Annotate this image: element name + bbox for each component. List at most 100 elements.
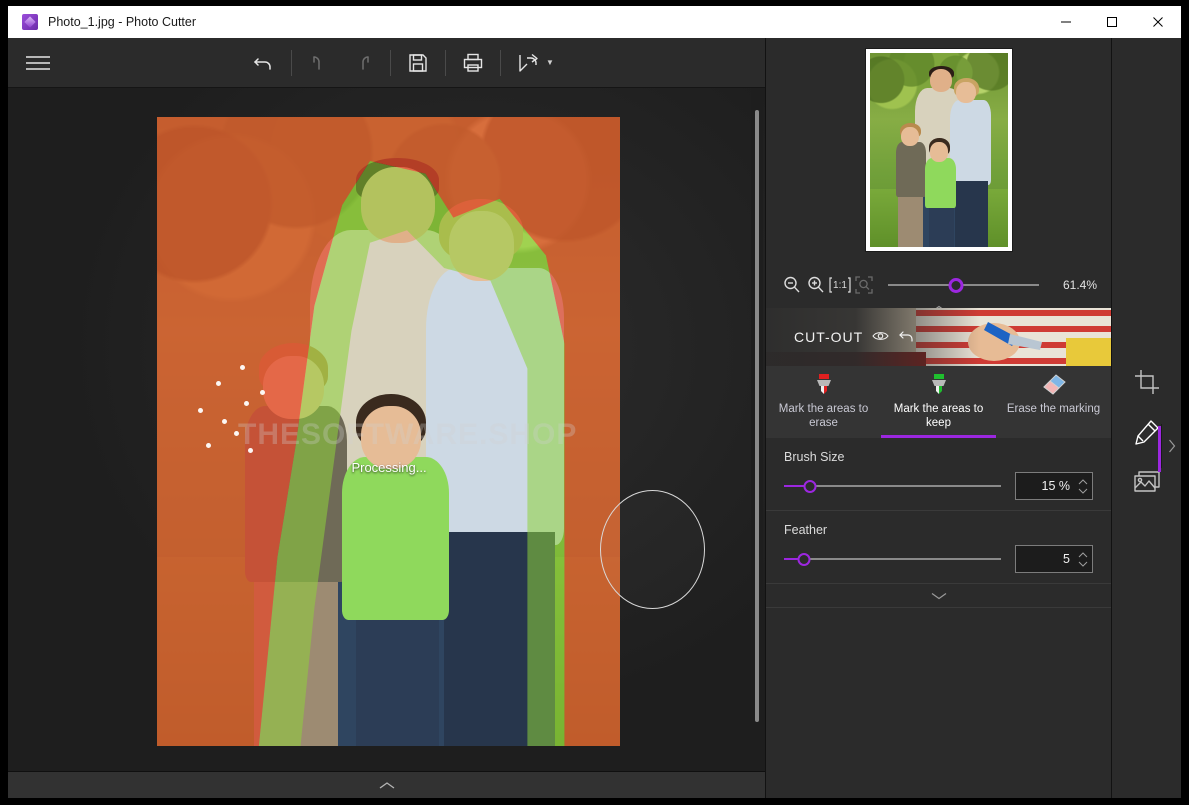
toolbar-divider — [445, 50, 446, 76]
marking-sparkle — [222, 419, 227, 424]
marking-sparkle — [260, 390, 265, 395]
thumb-mother-head — [956, 82, 975, 103]
editor-bottom-bar[interactable] — [8, 772, 765, 798]
feather-slider[interactable] — [784, 550, 1001, 568]
brush-size-label: Brush Size — [784, 450, 1093, 464]
chevron-up-icon[interactable] — [379, 781, 395, 790]
zoom-slider-track — [888, 284, 1039, 286]
tool-rail — [1111, 38, 1181, 798]
window-body: ▼ ▲ — [8, 38, 1181, 798]
reset-arrow-icon[interactable] — [898, 328, 916, 347]
marking-sparkle — [198, 408, 203, 413]
editor-area: ▼ ▲ — [8, 38, 765, 798]
eraser-icon — [1040, 372, 1068, 398]
share-export-icon[interactable] — [506, 41, 550, 85]
toolbar-divider — [500, 50, 501, 76]
chevron-up-icon[interactable] — [1078, 552, 1088, 558]
chevron-down-icon[interactable]: ▼ — [546, 58, 554, 67]
thumb-girl-body — [925, 158, 957, 208]
cutout-title-text: CUT-OUT — [794, 329, 863, 345]
chevron-down-icon[interactable] — [1078, 488, 1088, 494]
feather-stepper[interactable]: 5 — [1015, 545, 1093, 573]
mode-tab-keep[interactable]: Mark the areas to keep — [881, 366, 996, 438]
right-panel: 1:1 61.4% — [765, 38, 1111, 798]
minimize-icon[interactable] — [1043, 6, 1089, 38]
photo-cutter-window: Photo_1.jpg - Photo Cutter — [0, 0, 1189, 805]
brush-size-track — [784, 485, 1001, 487]
marking-sparkle — [206, 443, 211, 448]
thumb-girl-legs — [929, 204, 954, 247]
canvas-photo[interactable]: Processing... — [157, 117, 620, 746]
close-icon[interactable] — [1135, 6, 1181, 38]
maximize-icon[interactable] — [1089, 6, 1135, 38]
chevron-down-icon[interactable] — [1078, 561, 1088, 567]
save-floppy-icon[interactable] — [396, 41, 440, 85]
feather-handle[interactable] — [797, 553, 810, 566]
zoom-controls: 1:1 61.4% — [766, 262, 1111, 308]
thumb-mother-legs — [955, 181, 988, 247]
zoom-slider[interactable] — [888, 276, 1039, 294]
thumb-father-head — [930, 69, 952, 92]
brush-size-stepper[interactable]: 15 % — [1015, 472, 1093, 500]
main-toolbar: ▼ — [8, 38, 765, 88]
brush-circle-cursor — [600, 490, 705, 609]
window-title: Photo_1.jpg - Photo Cutter — [48, 15, 196, 29]
photo-cutter-icon — [22, 14, 38, 30]
image-canvas[interactable]: ▲ — [8, 88, 765, 771]
fit-to-screen-icon[interactable] — [852, 273, 876, 297]
brush-size-spin-buttons[interactable] — [1076, 479, 1092, 494]
marking-sparkle — [248, 448, 253, 453]
cutout-collapse-toggle[interactable] — [766, 584, 1111, 608]
marking-sparkle — [240, 365, 245, 370]
feather-spin-buttons[interactable] — [1076, 552, 1092, 567]
cutout-banner: CUT-OUT — [766, 308, 1111, 366]
toolbar-divider — [291, 50, 292, 76]
toolbar-divider — [390, 50, 391, 76]
thumb-boy-head — [901, 127, 919, 146]
window-controls — [1043, 6, 1181, 38]
panel-empty-area — [766, 608, 1111, 798]
mode-tab-keep-label: Mark the areas to keep — [881, 402, 996, 430]
feather-row: Feather 5 — [766, 511, 1111, 584]
marking-sparkle — [216, 381, 221, 386]
feather-value: 5 — [1016, 552, 1076, 566]
brush-size-slider[interactable] — [784, 477, 1001, 495]
eye-preview-icon[interactable] — [872, 329, 889, 345]
canvas-vertical-scrollbar[interactable] — [751, 88, 763, 771]
thumb-boy-legs — [898, 193, 923, 247]
processing-status: Processing... — [351, 460, 426, 475]
cutout-mode-tabs: Mark the areas to erase Mark the areas t… — [766, 366, 1111, 438]
chevron-right-icon[interactable] — [1161, 424, 1181, 468]
thumb-boy-body — [896, 142, 926, 196]
zoom-in-icon[interactable] — [804, 273, 828, 297]
zoom-slider-handle[interactable] — [948, 278, 963, 293]
red-marker-icon — [811, 372, 837, 398]
preview-thumbnail[interactable] — [866, 49, 1012, 251]
chevron-up-icon[interactable] — [1078, 479, 1088, 485]
mode-tab-erase[interactable]: Mark the areas to erase — [766, 366, 881, 438]
zoom-out-icon[interactable] — [780, 273, 804, 297]
crop-icon[interactable] — [1121, 358, 1173, 406]
mode-tab-erase-label: Mark the areas to erase — [766, 402, 881, 430]
green-marker-icon — [926, 372, 952, 398]
marking-sparkle — [244, 401, 249, 406]
scrollbar-thumb[interactable] — [755, 110, 759, 722]
brush-size-handle[interactable] — [804, 480, 817, 493]
hamburger-menu-icon[interactable] — [16, 41, 60, 85]
actual-size-button[interactable]: 1:1 — [828, 273, 852, 297]
printer-icon[interactable] — [451, 41, 495, 85]
toolbar-actions: ▼ — [242, 41, 554, 85]
cutout-section-title: CUT-OUT — [794, 328, 916, 347]
revert-arrow-icon[interactable] — [242, 41, 286, 85]
marking-sparkles — [157, 117, 620, 746]
brush-size-row: Brush Size 15 % — [766, 438, 1111, 511]
mode-tab-eraser[interactable]: Erase the marking — [996, 366, 1111, 438]
redo-arrow-icon[interactable] — [341, 41, 385, 85]
thumb-girl-head — [930, 142, 948, 161]
mode-tab-eraser-label: Erase the marking — [1003, 402, 1104, 416]
undo-arrow-icon[interactable] — [297, 41, 341, 85]
title-bar: Photo_1.jpg - Photo Cutter — [8, 6, 1181, 38]
feather-track — [784, 558, 1001, 560]
brush-size-value: 15 % — [1016, 479, 1076, 493]
marking-sparkle — [234, 431, 239, 436]
